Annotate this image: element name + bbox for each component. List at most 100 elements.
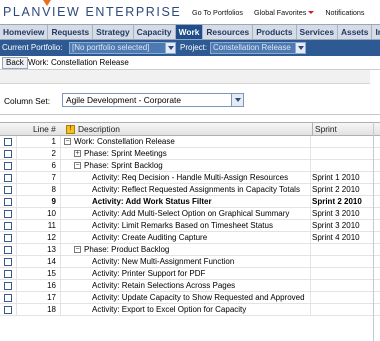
table-row[interactable]: 16 Activity: Retain Selections Across Pag… (0, 280, 380, 292)
row-description[interactable]: Activity: Retain Selections Across Pages (92, 281, 235, 290)
table-row[interactable]: 14 Activity: New Multi-Assignment Functio… (0, 256, 380, 268)
column-divider (60, 208, 61, 220)
table-row[interactable]: 15 Activity: Printer Support for PDF (0, 268, 380, 280)
table-row[interactable]: 13 − Phase: Product Backlog (0, 244, 380, 256)
tab-requests[interactable]: Requests (48, 25, 94, 39)
row-checkbox[interactable] (4, 174, 12, 182)
collapse-icon[interactable]: − (74, 246, 81, 253)
row-description[interactable]: Activity: Export to Excel Option for Cap… (92, 305, 246, 314)
go-to-portfolios-link[interactable]: Go To Portfolios (192, 8, 243, 17)
tab-homeview[interactable]: Homeview (0, 25, 49, 39)
column-divider (310, 304, 311, 316)
sprint-header[interactable]: Sprint (312, 123, 380, 136)
row-description[interactable]: Activity: Limit Remarks Based on Timeshe… (92, 221, 273, 230)
column-set-label: Column Set: (4, 96, 51, 106)
column-divider (310, 172, 311, 184)
column-divider (16, 184, 17, 196)
row-checkbox[interactable] (4, 282, 12, 290)
column-divider (60, 196, 61, 208)
project-select[interactable]: Constellation Release (210, 42, 306, 54)
work-grid: Line # ! Description Sprint 1− Work: Cons… (0, 122, 380, 316)
row-description[interactable]: Activity: Printer Support for PDF (92, 269, 205, 278)
row-checkbox[interactable] (4, 306, 12, 314)
table-row[interactable]: 8 Activity: Reflect Requested Assignments… (0, 184, 380, 196)
table-row[interactable]: 11 Activity: Limit Remarks Based on Times… (0, 220, 380, 232)
line-number: 15 (47, 269, 56, 278)
chevron-down-icon[interactable] (231, 94, 243, 106)
line-number: 17 (47, 293, 56, 302)
column-divider (16, 172, 17, 184)
row-description[interactable]: Activity: Add Work Status Filter (92, 197, 212, 206)
row-description[interactable]: Activity: Create Auditing Capture (92, 233, 207, 242)
row-checkbox[interactable] (4, 270, 12, 278)
tab-assets[interactable]: Assets (338, 25, 373, 39)
column-divider (310, 280, 311, 292)
line-number: 10 (47, 209, 56, 218)
tab-capacity[interactable]: Capacity (134, 25, 176, 39)
row-checkbox[interactable] (4, 210, 12, 218)
row-description[interactable]: Activity: Req Decision - Handle Multi-As… (92, 173, 288, 182)
row-description[interactable]: Activity: New Multi-Assignment Function (92, 257, 234, 266)
table-row[interactable]: 9 Activity: Add Work Status Filter Sprint … (0, 196, 380, 208)
table-row[interactable]: 10 Activity: Add Multi-Select Option on G… (0, 208, 380, 220)
portfolio-select-value: [No portfolio selected] (72, 43, 150, 52)
row-description[interactable]: Activity: Reflect Requested Assignments … (92, 185, 300, 194)
row-checkbox[interactable] (4, 162, 12, 170)
row-checkbox[interactable] (4, 198, 12, 206)
column-set-select[interactable]: Agile Development - Corporate (62, 93, 244, 107)
row-checkbox[interactable] (4, 222, 12, 230)
row-checkbox[interactable] (4, 246, 12, 254)
back-button[interactable]: Back (2, 57, 28, 69)
table-row[interactable]: 2 + Phase: Sprint Meetings (0, 148, 380, 160)
column-divider (16, 148, 17, 160)
notifications-link[interactable]: Notifications (325, 8, 364, 17)
column-divider (16, 304, 17, 316)
top-links: Go To Portfolios Global Favorites Notifi… (192, 8, 374, 17)
collapse-icon[interactable]: − (64, 138, 71, 145)
planview-logo[interactable]: PLANVIEW ENTERPRISE (3, 0, 182, 19)
row-description[interactable]: Phase: Sprint Meetings (84, 149, 167, 158)
column-divider (16, 280, 17, 292)
tab-strategy[interactable]: Strategy (93, 25, 134, 39)
table-row[interactable]: 1 − Work: Constellation Release (0, 136, 380, 148)
toolbar-edge (370, 70, 380, 84)
portfolio-select[interactable]: [No portfolio selected] (69, 42, 176, 54)
table-row[interactable]: 6 − Phase: Sprint Backlog (0, 160, 380, 172)
tab-products[interactable]: Products (253, 25, 297, 39)
column-divider (310, 292, 311, 304)
row-description[interactable]: Activity: Update Capacity to Show Reques… (92, 293, 305, 302)
tab-work[interactable]: Work (175, 25, 204, 39)
row-checkbox[interactable] (4, 186, 12, 194)
table-row[interactable]: 12 Activity: Create Auditing Capture Sprin… (0, 232, 380, 244)
row-sprint: Sprint 4 2010 (312, 233, 360, 242)
row-checkbox[interactable] (4, 150, 12, 158)
row-checkbox[interactable] (4, 294, 12, 302)
global-favorites-link[interactable]: Global Favorites (254, 8, 315, 17)
tab-resources[interactable]: Resources (203, 25, 254, 39)
line-number-header[interactable]: Line # (33, 123, 56, 136)
chevron-down-icon[interactable] (295, 43, 305, 53)
row-description[interactable]: Work: Constellation Release (74, 137, 175, 146)
row-checkbox[interactable] (4, 138, 12, 146)
row-checkbox[interactable] (4, 234, 12, 242)
column-divider (60, 256, 61, 268)
row-description[interactable]: Phase: Sprint Backlog (84, 161, 163, 170)
column-divider (310, 196, 311, 208)
row-description[interactable]: Phase: Product Backlog (84, 245, 169, 254)
table-row[interactable]: 17 Activity: Update Capacity to Show Requ… (0, 292, 380, 304)
logo-text-right: IEW ENTERPRISE (52, 5, 182, 19)
table-row[interactable]: 18 Activity: Export to Excel Option for C… (0, 304, 380, 316)
column-divider (60, 244, 61, 256)
table-row[interactable]: 7 Activity: Req Decision - Handle Multi-A… (0, 172, 380, 184)
description-header[interactable]: Description (78, 123, 120, 136)
expand-icon[interactable]: + (74, 150, 81, 157)
chevron-down-icon[interactable] (165, 43, 175, 53)
column-divider (60, 268, 61, 280)
column-divider (310, 256, 311, 268)
collapse-icon[interactable]: − (74, 162, 81, 169)
tab-services[interactable]: Services (297, 25, 338, 39)
tab-ir[interactable]: Ir (372, 25, 380, 39)
row-checkbox[interactable] (4, 258, 12, 266)
column-divider (16, 244, 17, 256)
row-description[interactable]: Activity: Add Multi-Select Option on Gra… (92, 209, 289, 218)
